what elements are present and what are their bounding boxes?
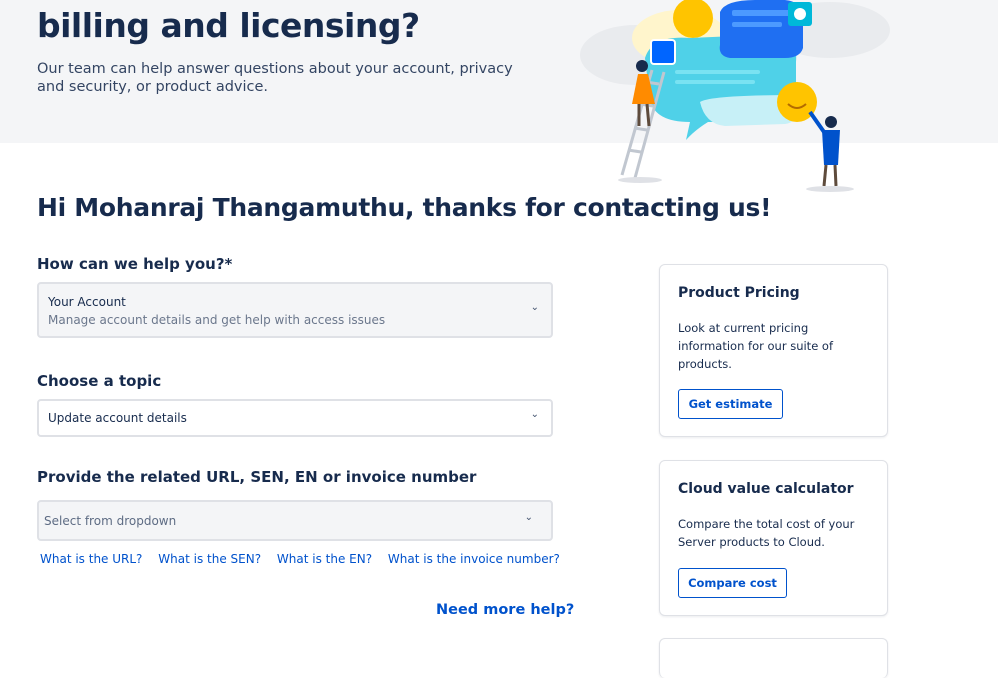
- what-is-sen-link[interactable]: What is the SEN?: [158, 552, 261, 566]
- help-select-subtext: Manage account details and get help with…: [48, 313, 386, 327]
- card-title: Product Pricing: [678, 285, 800, 301]
- topic-select[interactable]: Update account details ⌄: [37, 399, 553, 437]
- what-is-en-link[interactable]: What is the EN?: [277, 552, 372, 566]
- card-body: Look at current pricing information for …: [678, 321, 834, 371]
- next-card-partial: [659, 638, 888, 678]
- support-illustration: [580, 0, 890, 192]
- chevron-down-icon: ⌄: [530, 302, 539, 313]
- card-body: Compare the total cost of your Server pr…: [678, 517, 855, 549]
- get-estimate-button[interactable]: Get estimate: [678, 389, 783, 419]
- help-select-value: Your Account: [48, 295, 126, 309]
- url-select-label: Provide the related URL, SEN, EN or invo…: [37, 468, 477, 486]
- chevron-down-icon: ⌄: [524, 512, 533, 523]
- compare-cost-button[interactable]: Compare cost: [678, 568, 787, 598]
- topic-select-value: Update account details: [48, 411, 187, 425]
- greeting-heading: Hi Mohanraj Thangamuthu, thanks for cont…: [37, 193, 772, 222]
- help-select-label: How can we help you?*: [37, 255, 233, 273]
- what-is-url-link[interactable]: What is the URL?: [40, 552, 142, 566]
- url-sen-select[interactable]: Select from dropdown ⌄: [37, 500, 553, 541]
- hero-title: billing and licensing?: [37, 6, 420, 45]
- what-is-invoice-link[interactable]: What is the invoice number?: [388, 552, 560, 566]
- help-links: What is the URL? What is the SEN? What i…: [40, 552, 572, 566]
- cloud-value-card: Cloud value calculator Compare the total…: [659, 460, 888, 616]
- need-more-help-link[interactable]: Need more help?: [436, 602, 574, 618]
- card-title: Cloud value calculator: [678, 481, 854, 497]
- url-select-placeholder: Select from dropdown: [44, 514, 177, 528]
- topic-select-label: Choose a topic: [37, 372, 162, 390]
- help-type-select[interactable]: Your Account Manage account details and …: [37, 282, 553, 338]
- chevron-down-icon: ⌄: [530, 409, 539, 420]
- hero-description: Our team can help answer questions about…: [37, 61, 513, 95]
- product-pricing-card: Product Pricing Look at current pricing …: [659, 264, 888, 437]
